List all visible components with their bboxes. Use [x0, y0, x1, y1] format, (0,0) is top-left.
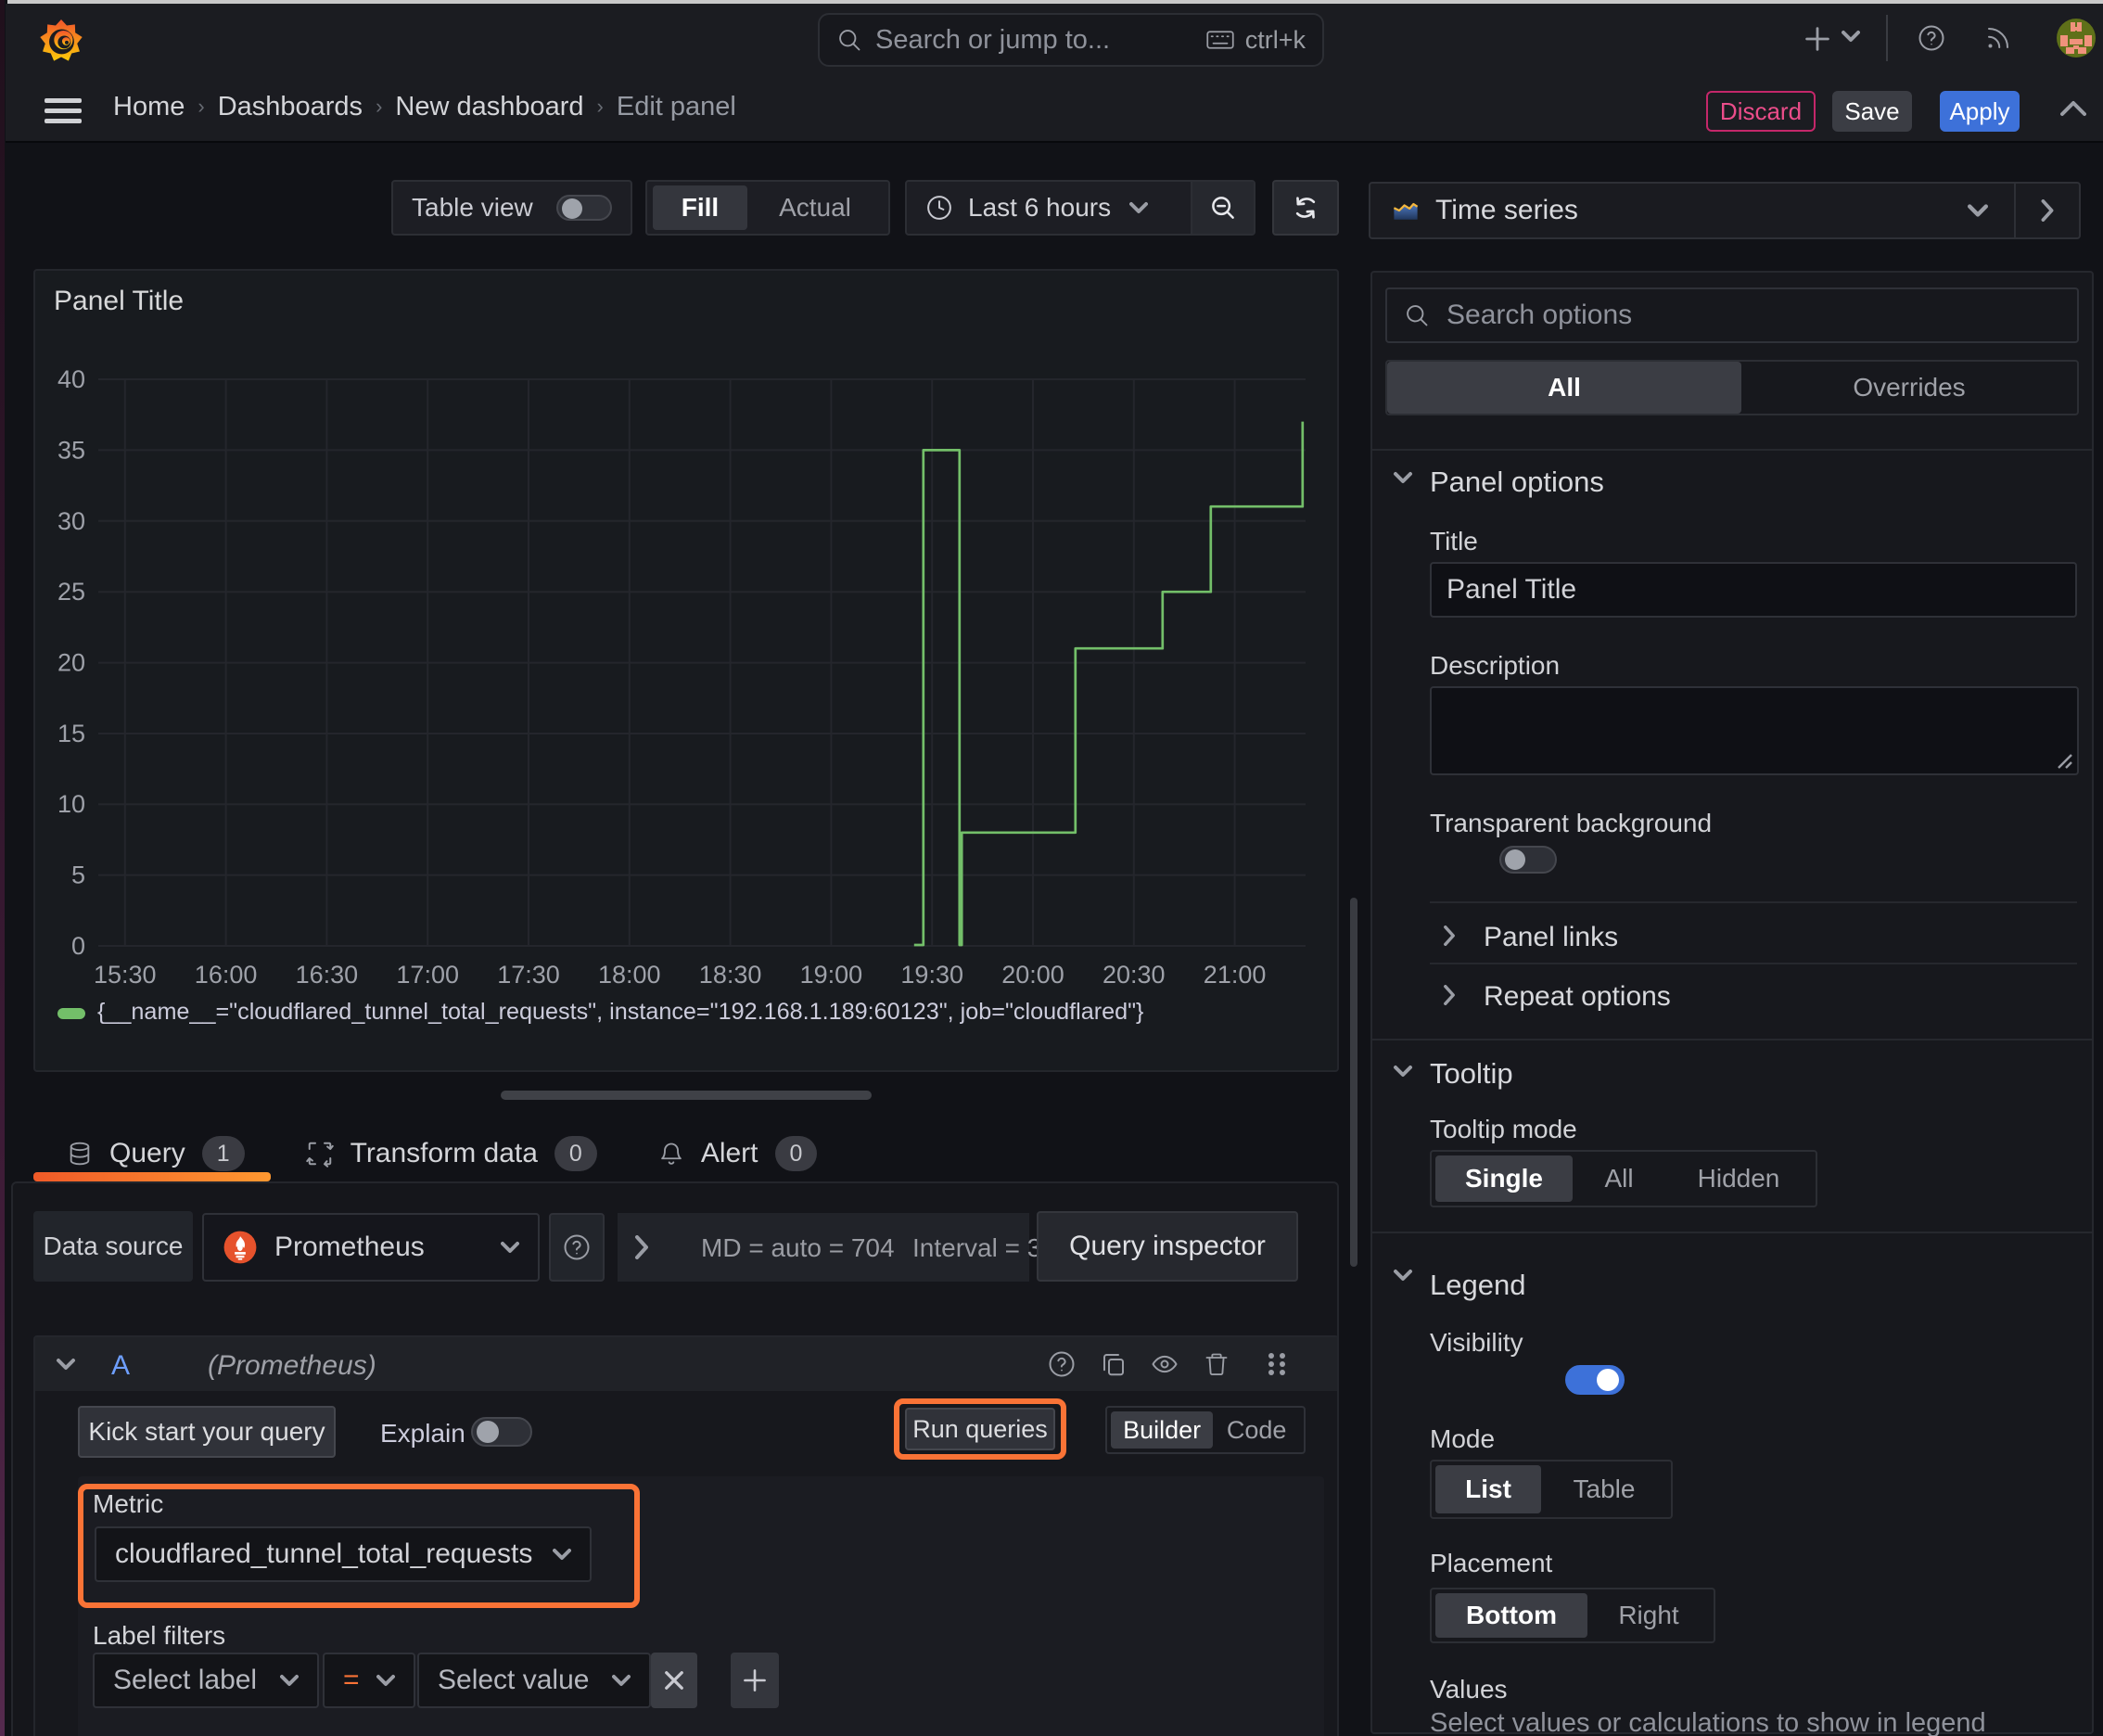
- svg-text:20:00: 20:00: [1001, 961, 1064, 989]
- svg-text:30: 30: [57, 507, 85, 535]
- svg-text:18:00: 18:00: [598, 961, 661, 989]
- svg-text:19:00: 19:00: [800, 961, 863, 989]
- svg-text:21:00: 21:00: [1204, 961, 1267, 989]
- svg-text:20: 20: [57, 649, 85, 677]
- svg-text:16:00: 16:00: [195, 961, 258, 989]
- svg-text:{__name__="cloudflared_tunnel_: {__name__="cloudflared_tunnel_total_requ…: [97, 999, 1143, 1025]
- svg-text:19:30: 19:30: [900, 961, 963, 989]
- svg-text:16:30: 16:30: [296, 961, 359, 989]
- svg-text:20:30: 20:30: [1102, 961, 1166, 989]
- svg-text:17:30: 17:30: [497, 961, 560, 989]
- svg-text:15:30: 15:30: [94, 961, 157, 989]
- svg-text:18:30: 18:30: [699, 961, 762, 989]
- svg-text:40: 40: [57, 365, 85, 393]
- svg-text:25: 25: [57, 578, 85, 606]
- svg-text:5: 5: [71, 862, 85, 889]
- svg-text:15: 15: [57, 720, 85, 747]
- svg-text:0: 0: [71, 932, 85, 960]
- svg-text:10: 10: [57, 790, 85, 818]
- svg-text:35: 35: [57, 436, 85, 464]
- svg-text:17:00: 17:00: [396, 961, 459, 989]
